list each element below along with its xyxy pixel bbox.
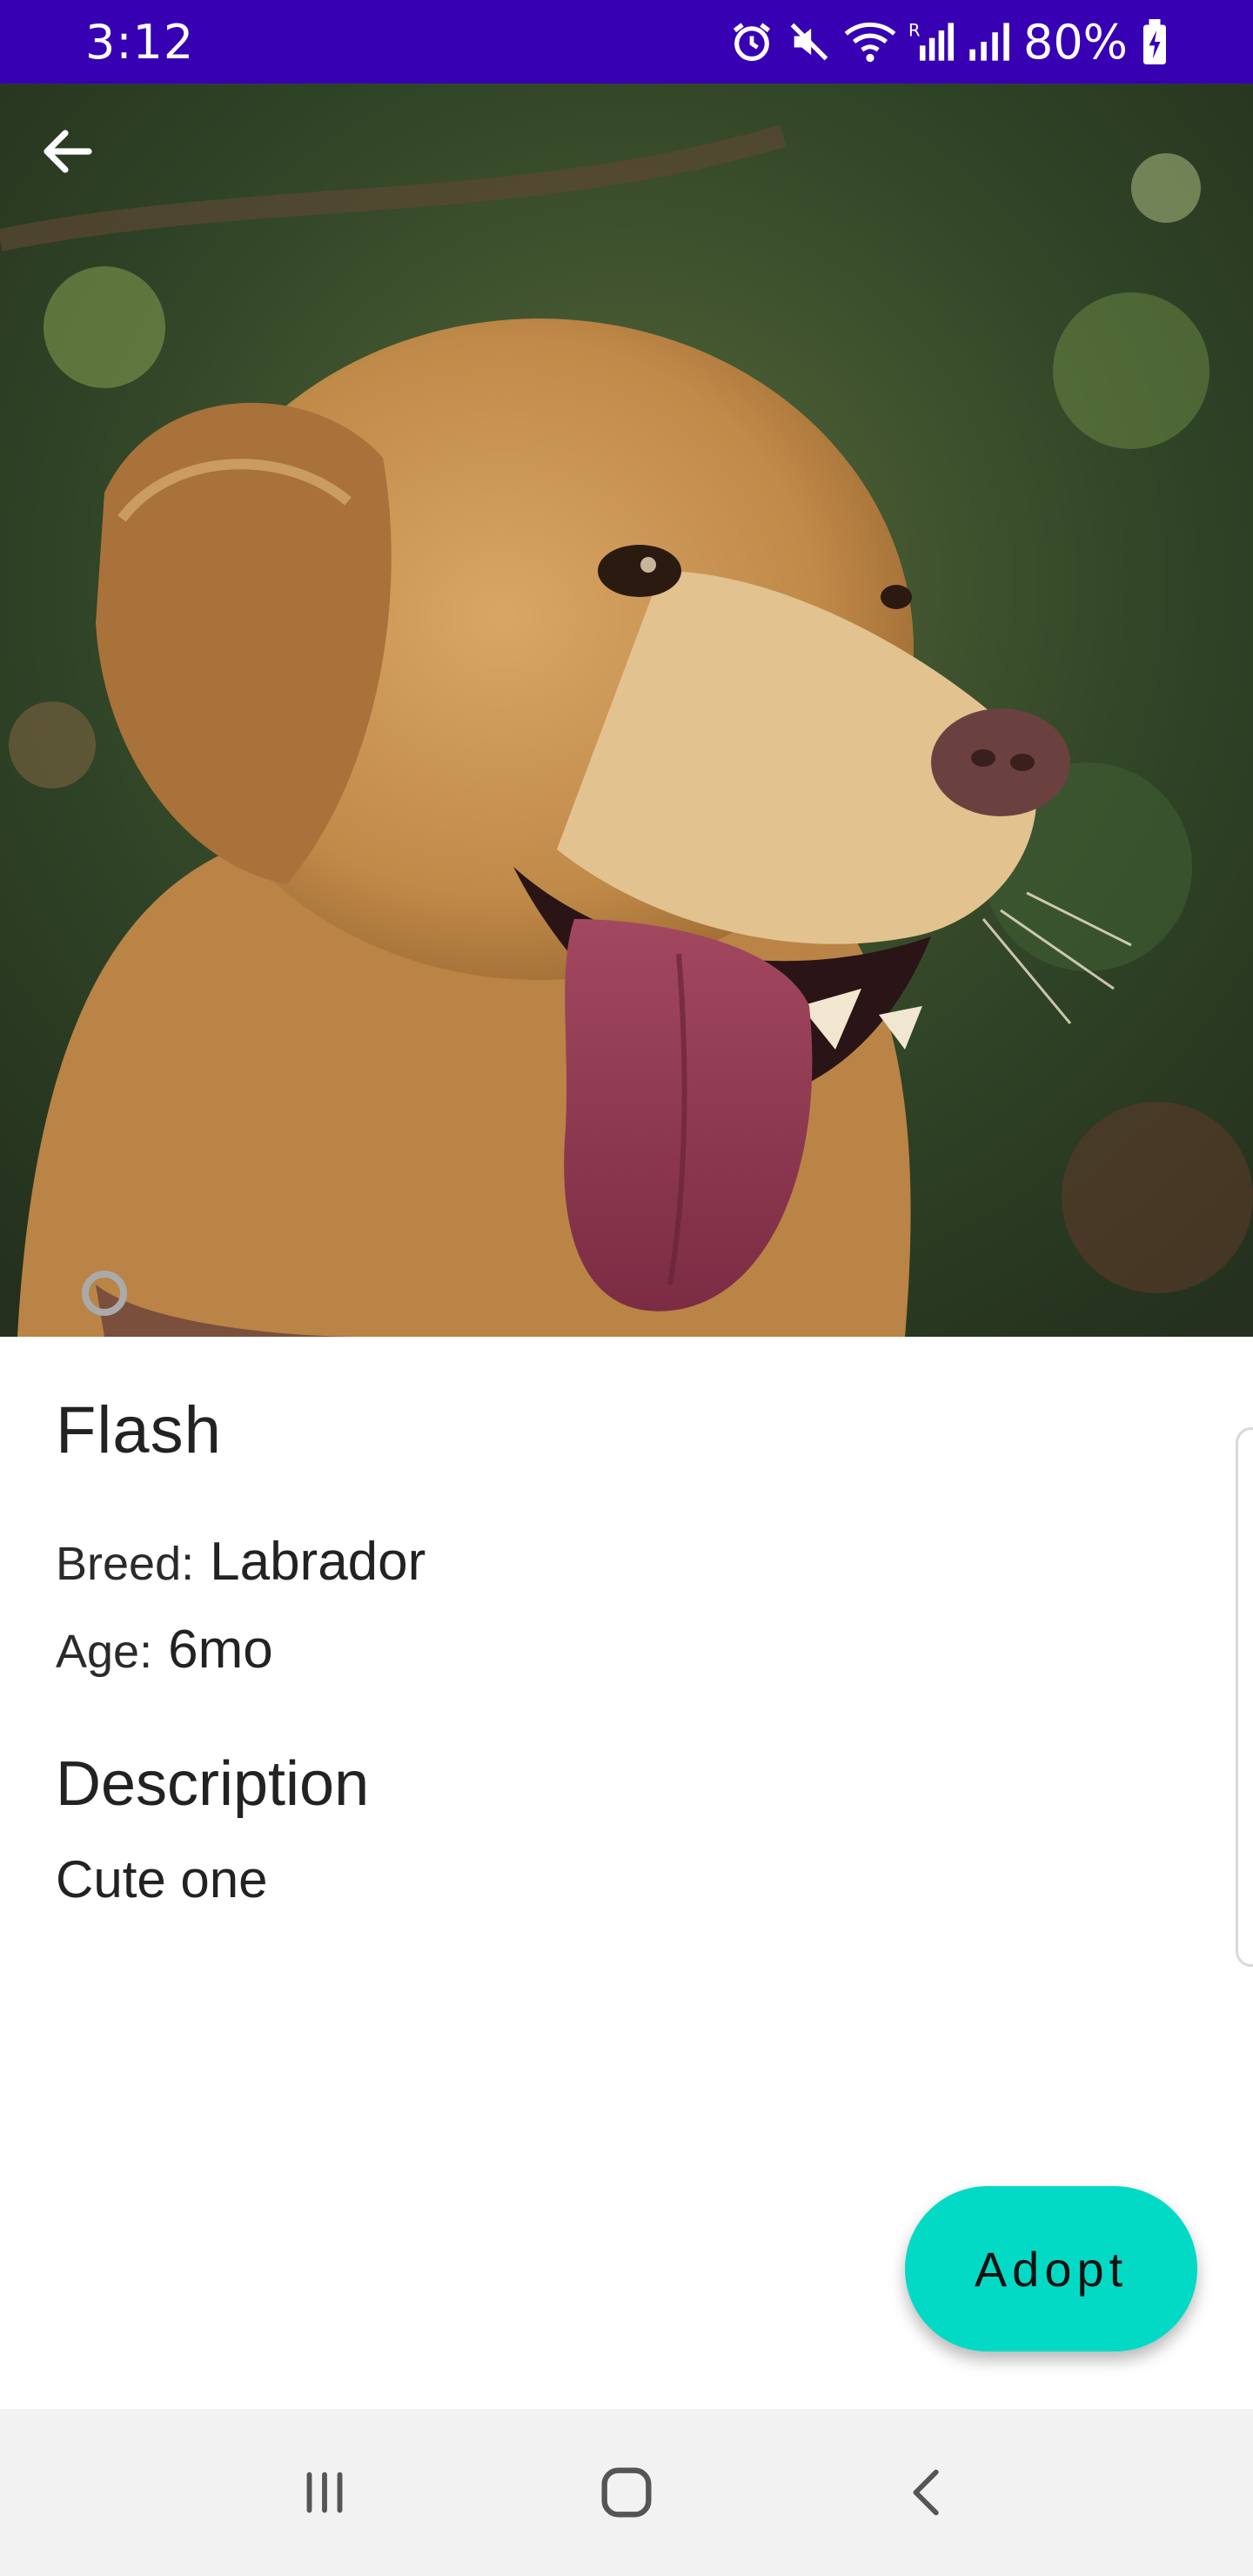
home-button[interactable] <box>566 2432 687 2553</box>
pet-details: Flash Breed: Labrador Age: 6mo Descripti… <box>56 1392 1187 1909</box>
status-bar: 3:12 R 80% <box>0 0 1253 84</box>
back-button[interactable] <box>37 120 132 216</box>
home-icon <box>601 2467 652 2518</box>
pet-name: Flash <box>56 1393 222 1467</box>
wifi-icon <box>844 22 896 63</box>
age-row: Age: 6mo <box>56 1619 1187 1680</box>
age-value: 6mo <box>168 1620 273 1680</box>
battery-percent: 80% <box>1022 14 1128 70</box>
age-label: Age: <box>56 1626 153 1678</box>
description-title: Description <box>56 1749 370 1819</box>
breed-row: Breed: Labrador <box>56 1531 1187 1593</box>
breed-label: Breed: <box>56 1538 195 1590</box>
breed-value: Labrador <box>210 1532 426 1592</box>
recent-apps-button[interactable] <box>264 2432 385 2553</box>
battery-charging-icon <box>1143 19 1166 64</box>
signal-icon <box>969 23 1009 61</box>
pet-photo <box>0 84 1253 1337</box>
back-icon <box>913 2469 939 2516</box>
dog-image <box>0 84 1253 1337</box>
arrow-back-icon <box>44 130 92 173</box>
status-icons: R 80% <box>729 15 1169 70</box>
description-text: Cute one <box>56 1850 268 1909</box>
nav-back-button[interactable] <box>868 2432 989 2553</box>
side-card-edge <box>1236 1427 1253 1967</box>
roaming-signal-icon: R <box>908 21 954 61</box>
adopt-button[interactable]: Adopt <box>905 2186 1197 2351</box>
recent-apps-icon <box>306 2472 343 2513</box>
svg-text:R: R <box>908 21 921 41</box>
mute-icon <box>790 23 828 61</box>
status-time: 3:12 <box>85 14 195 70</box>
system-nav-bar <box>0 2409 1253 2576</box>
alarm-icon <box>733 23 771 62</box>
